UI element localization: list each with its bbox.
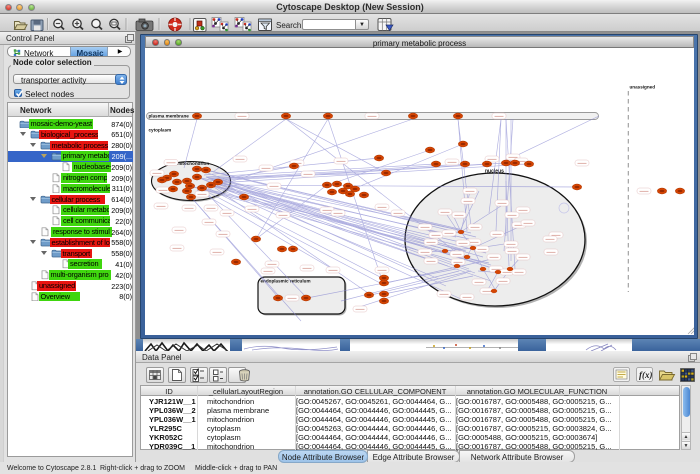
- svg-text:unassigned: unassigned: [630, 85, 656, 90]
- svg-text:cytoplasm: cytoplasm: [149, 128, 172, 133]
- svg-text:endoplasmic reticulum: endoplasmic reticulum: [261, 279, 311, 284]
- svg-text:plasma membrane: plasma membrane: [149, 114, 190, 119]
- svg-text:mitochondrion: mitochondrion: [177, 161, 209, 166]
- svg-text:f(x): f(x): [639, 370, 653, 380]
